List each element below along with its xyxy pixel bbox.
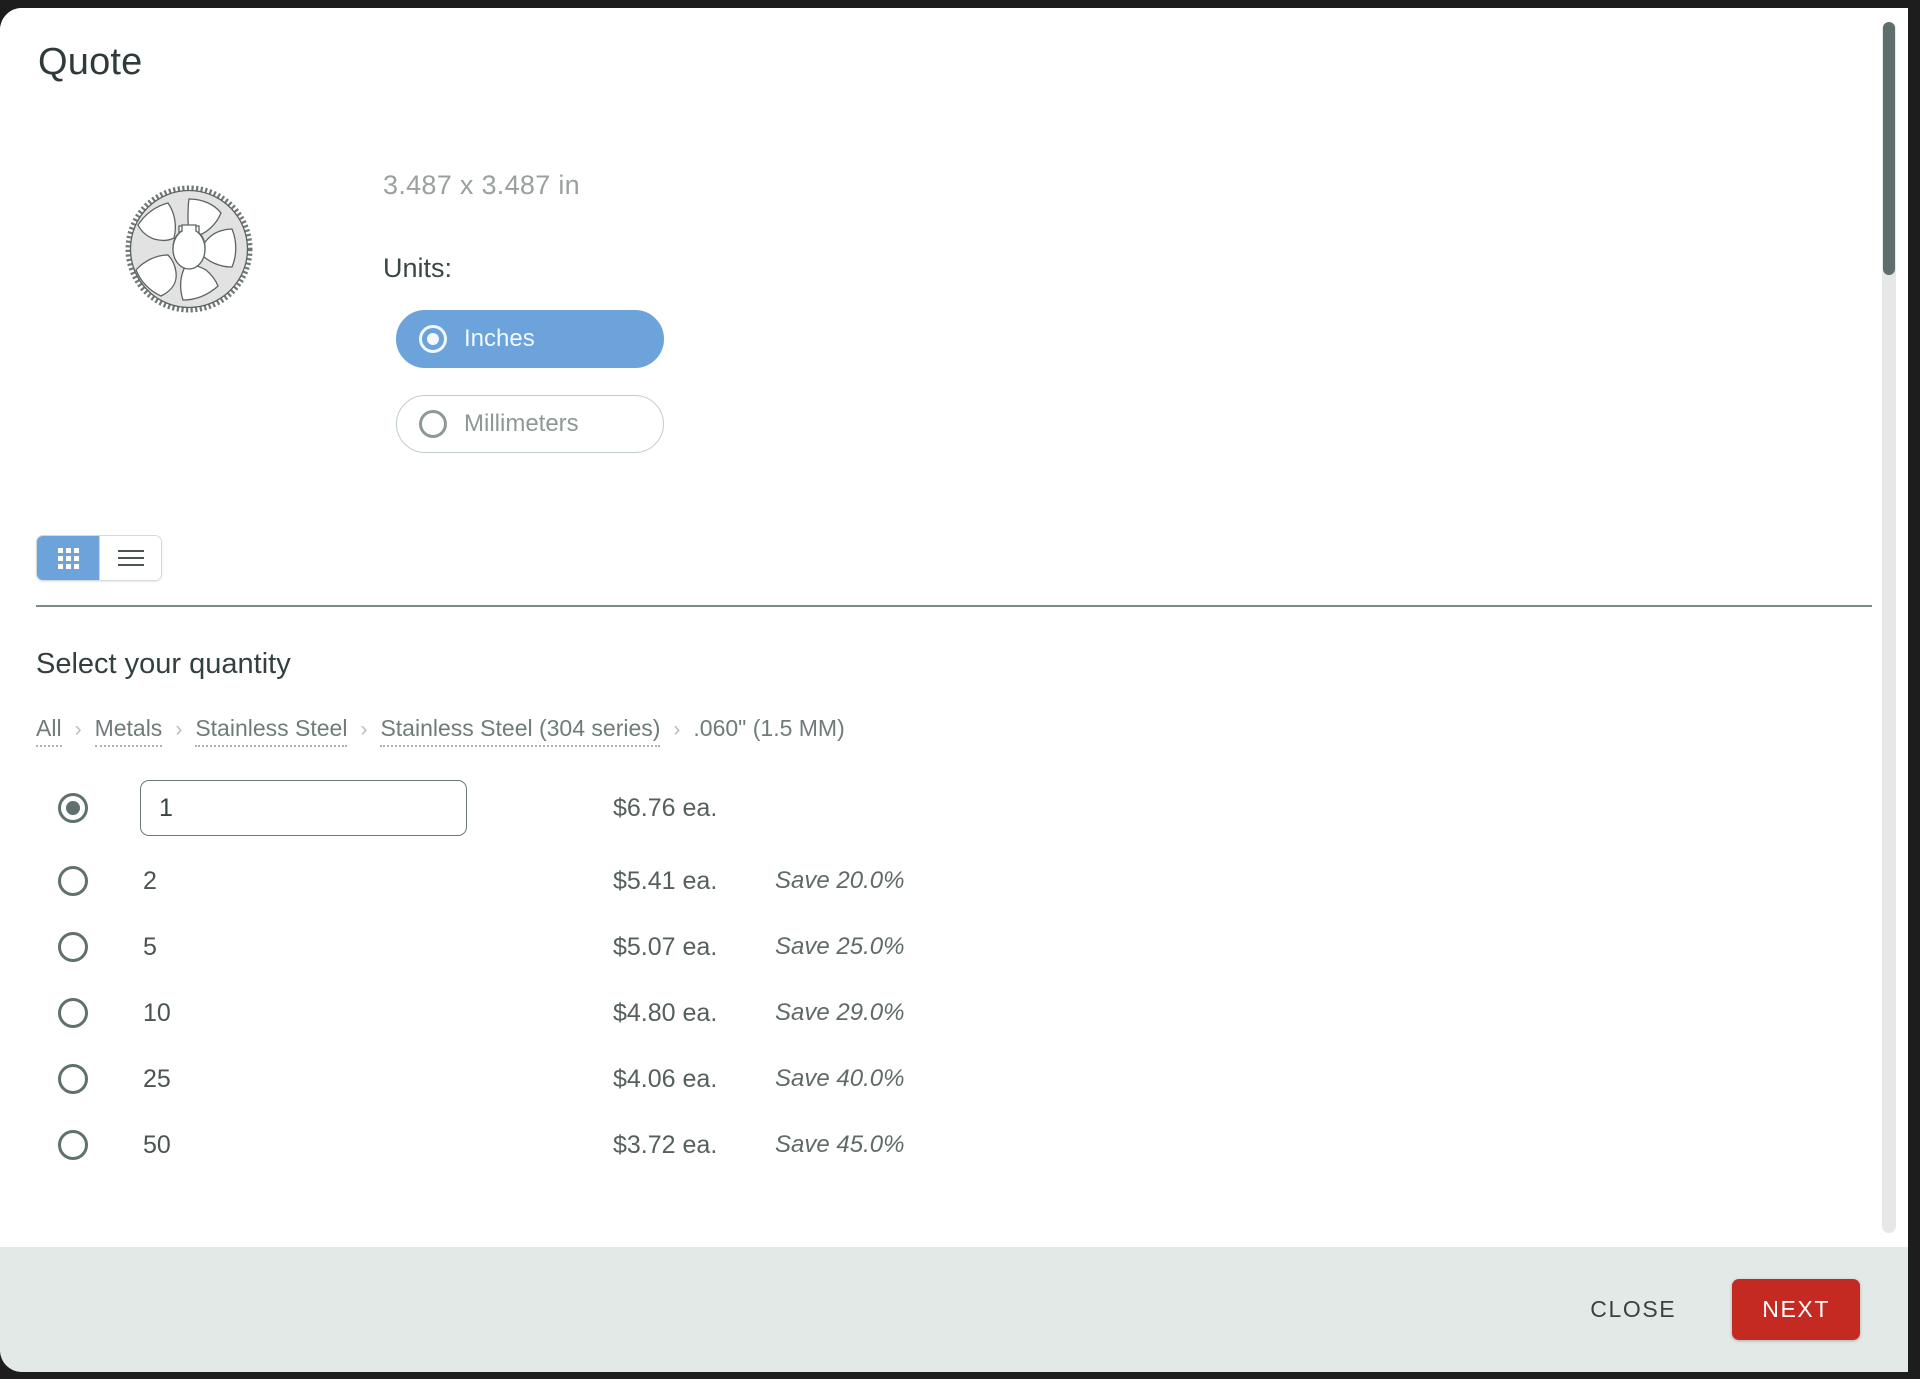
- view-mode-toggle[interactable]: [36, 535, 162, 581]
- radio-selected-icon: [419, 325, 447, 353]
- unit-option-millimeters-label: Millimeters: [464, 410, 579, 437]
- unit-price: $6.76 ea.: [613, 793, 718, 822]
- list-view-icon: [117, 545, 144, 571]
- breadcrumb-item-stainless-steel[interactable]: Stainless Steel: [195, 715, 348, 747]
- sprocket-gear-icon: [120, 185, 258, 313]
- table-row[interactable]: 25 $4.06 ea. Save 40.0%: [0, 1046, 1908, 1112]
- unit-option-inches[interactable]: Inches: [396, 310, 664, 368]
- quantity-value: 2: [143, 866, 157, 895]
- unit-option-millimeters[interactable]: Millimeters: [396, 395, 664, 453]
- section-divider: [36, 605, 1872, 607]
- radio-selected-icon[interactable]: [58, 793, 88, 823]
- grid-view-button[interactable]: [37, 536, 99, 580]
- quantity-value: 25: [143, 1064, 171, 1093]
- part-summary: 3.487 x 3.487 in Units: Inches Millimete…: [0, 158, 1908, 458]
- unit-price: $5.07 ea.: [613, 932, 718, 961]
- table-row[interactable]: 10 $4.80 ea. Save 29.0%: [0, 980, 1908, 1046]
- radio-unselected-icon[interactable]: [58, 1064, 88, 1094]
- unit-price: $4.06 ea.: [613, 1064, 718, 1093]
- table-row[interactable]: 5 $5.07 ea. Save 25.0%: [0, 914, 1908, 980]
- table-row[interactable]: 2 $5.41 ea. Save 20.0%: [0, 848, 1908, 914]
- units-label: Units:: [383, 253, 453, 283]
- close-button[interactable]: CLOSE: [1570, 1282, 1696, 1337]
- radio-unselected-icon[interactable]: [58, 932, 88, 962]
- table-row[interactable]: 50 $3.72 ea. Save 45.0%: [0, 1112, 1908, 1178]
- quantity-input[interactable]: [140, 780, 467, 836]
- table-row[interactable]: $6.76 ea.: [0, 768, 1908, 848]
- chevron-right-icon: ›: [175, 718, 183, 741]
- breadcrumb: All › Metals › Stainless Steel › Stainle…: [36, 715, 845, 747]
- radio-unselected-icon[interactable]: [58, 998, 88, 1028]
- breadcrumb-item-stainless-steel-304[interactable]: Stainless Steel (304 series): [380, 715, 661, 747]
- radio-unselected-icon[interactable]: [58, 866, 88, 896]
- chevron-right-icon: ›: [360, 718, 368, 741]
- vertical-scrollbar-thumb[interactable]: [1883, 22, 1895, 275]
- vertical-scrollbar-track[interactable]: [1882, 22, 1896, 1233]
- quantity-value: 10: [143, 998, 171, 1027]
- radio-unselected-icon[interactable]: [58, 1130, 88, 1160]
- quantity-value: 50: [143, 1130, 171, 1159]
- breadcrumb-item-thickness: .060" (1.5 MM): [693, 715, 845, 741]
- page-title: Quote: [38, 41, 143, 83]
- next-button[interactable]: NEXT: [1732, 1279, 1860, 1340]
- unit-option-inches-label: Inches: [464, 325, 535, 352]
- savings-label: Save 29.0%: [775, 999, 905, 1026]
- savings-label: Save 40.0%: [775, 1065, 905, 1092]
- part-dimensions: 3.487 x 3.487 in: [383, 170, 580, 200]
- savings-label: Save 20.0%: [775, 867, 905, 894]
- chevron-right-icon: ›: [673, 718, 681, 741]
- breadcrumb-item-all[interactable]: All: [36, 715, 62, 747]
- breadcrumb-item-metals[interactable]: Metals: [94, 715, 163, 747]
- radio-unselected-icon: [419, 410, 447, 438]
- savings-label: Save 45.0%: [775, 1131, 905, 1158]
- unit-price: $4.80 ea.: [613, 998, 718, 1027]
- quantity-heading: Select your quantity: [36, 648, 291, 680]
- modal-footer: CLOSE NEXT: [0, 1247, 1908, 1372]
- unit-price: $3.72 ea.: [613, 1130, 718, 1159]
- grid-view-icon: [57, 547, 79, 569]
- unit-price: $5.41 ea.: [613, 866, 718, 895]
- quantity-options-list: $6.76 ea. 2 $5.41 ea. Save 20.0% 5 $5.07…: [0, 768, 1908, 1178]
- quantity-value: 5: [143, 932, 157, 961]
- modal-scroll-body: Quote 3.487 x 3.487 in Units: Inches Mil…: [0, 8, 1908, 1247]
- list-view-button[interactable]: [99, 536, 161, 580]
- savings-label: Save 25.0%: [775, 933, 905, 960]
- quote-modal: Quote 3.487 x 3.487 in Units: Inches Mil…: [0, 8, 1908, 1372]
- chevron-right-icon: ›: [74, 718, 82, 741]
